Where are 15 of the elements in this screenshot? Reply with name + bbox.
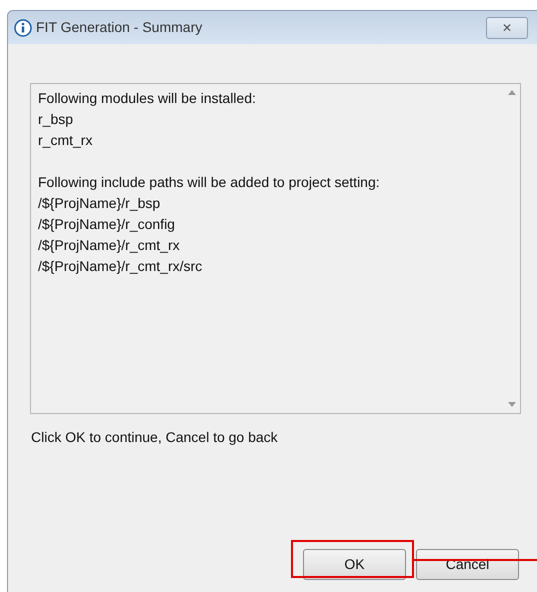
list-item: /${ProjName}/r_cmt_rx/src <box>38 257 204 276</box>
info-icon <box>14 18 32 36</box>
window-title: FIT Generation - Summary <box>36 18 202 37</box>
scroll-up-icon[interactable] <box>508 90 516 95</box>
hint-text: Click OK to continue, Cancel to go back <box>31 428 278 447</box>
section-heading: Following modules will be installed: <box>38 89 257 108</box>
list-item: r_cmt_rx <box>38 131 94 150</box>
list-item: r_bsp <box>38 110 74 129</box>
list-item: /${ProjName}/r_config <box>38 215 176 234</box>
section-heading: Following include paths will be added to project setting: <box>38 173 381 192</box>
close-button[interactable]: ✕ <box>486 16 528 38</box>
list-item: /${ProjName}/r_cmt_rx <box>38 236 181 255</box>
dialog-button[interactable]: OK <box>303 549 406 580</box>
list-item: /${ProjName}/r_bsp <box>38 194 162 213</box>
scroll-down-icon[interactable] <box>508 402 516 407</box>
